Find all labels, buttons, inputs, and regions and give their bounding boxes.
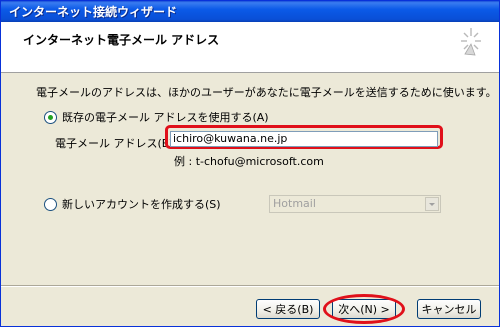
use-existing-radio[interactable]: [44, 110, 57, 124]
create-new-radio[interactable]: [44, 197, 57, 211]
create-new-option[interactable]: 新しいアカウントを作成する(S): [44, 196, 221, 212]
use-existing-option[interactable]: 既存の電子メール アドレスを使用する(A): [44, 109, 269, 125]
page-title: インターネット電子メール アドレス: [23, 33, 220, 47]
create-new-label: 新しいアカウントを作成する(S): [62, 198, 221, 211]
wizard-content: 電子メールのアドレスは、ほかのユーザーがあなたに電子メールを送信するために使いま…: [1, 73, 499, 285]
chevron-down-icon: [425, 197, 439, 211]
wizard-window: インターネット接続ウィザード インターネット電子メール アドレス 電子メールのア…: [0, 0, 500, 327]
use-existing-label: 既存の電子メール アドレスを使用する(A): [62, 111, 269, 124]
email-field-label: 電子メール アドレス(E):: [55, 137, 177, 150]
example-text: 例 : t-chofu@microsoft.com: [174, 155, 324, 168]
provider-select: Hotmail: [269, 195, 441, 213]
window-title: インターネット接続ウィザード: [9, 5, 178, 19]
sparkle-icon: [461, 28, 481, 56]
back-button[interactable]: < 戻る(B): [256, 299, 320, 319]
provider-selected-value: Hotmail: [273, 197, 316, 210]
description-text: 電子メールのアドレスは、ほかのユーザーがあなたに電子メールを送信するために使いま…: [36, 86, 497, 99]
next-highlight-annotation: [323, 294, 405, 324]
wizard-header: インターネット電子メール アドレス: [1, 22, 499, 73]
title-bar[interactable]: インターネット接続ウィザード: [1, 1, 499, 22]
email-field[interactable]: ichiro@kuwana.ne.jp: [170, 131, 438, 147]
cancel-button[interactable]: キャンセル: [417, 299, 481, 319]
footer-divider: [1, 285, 499, 287]
